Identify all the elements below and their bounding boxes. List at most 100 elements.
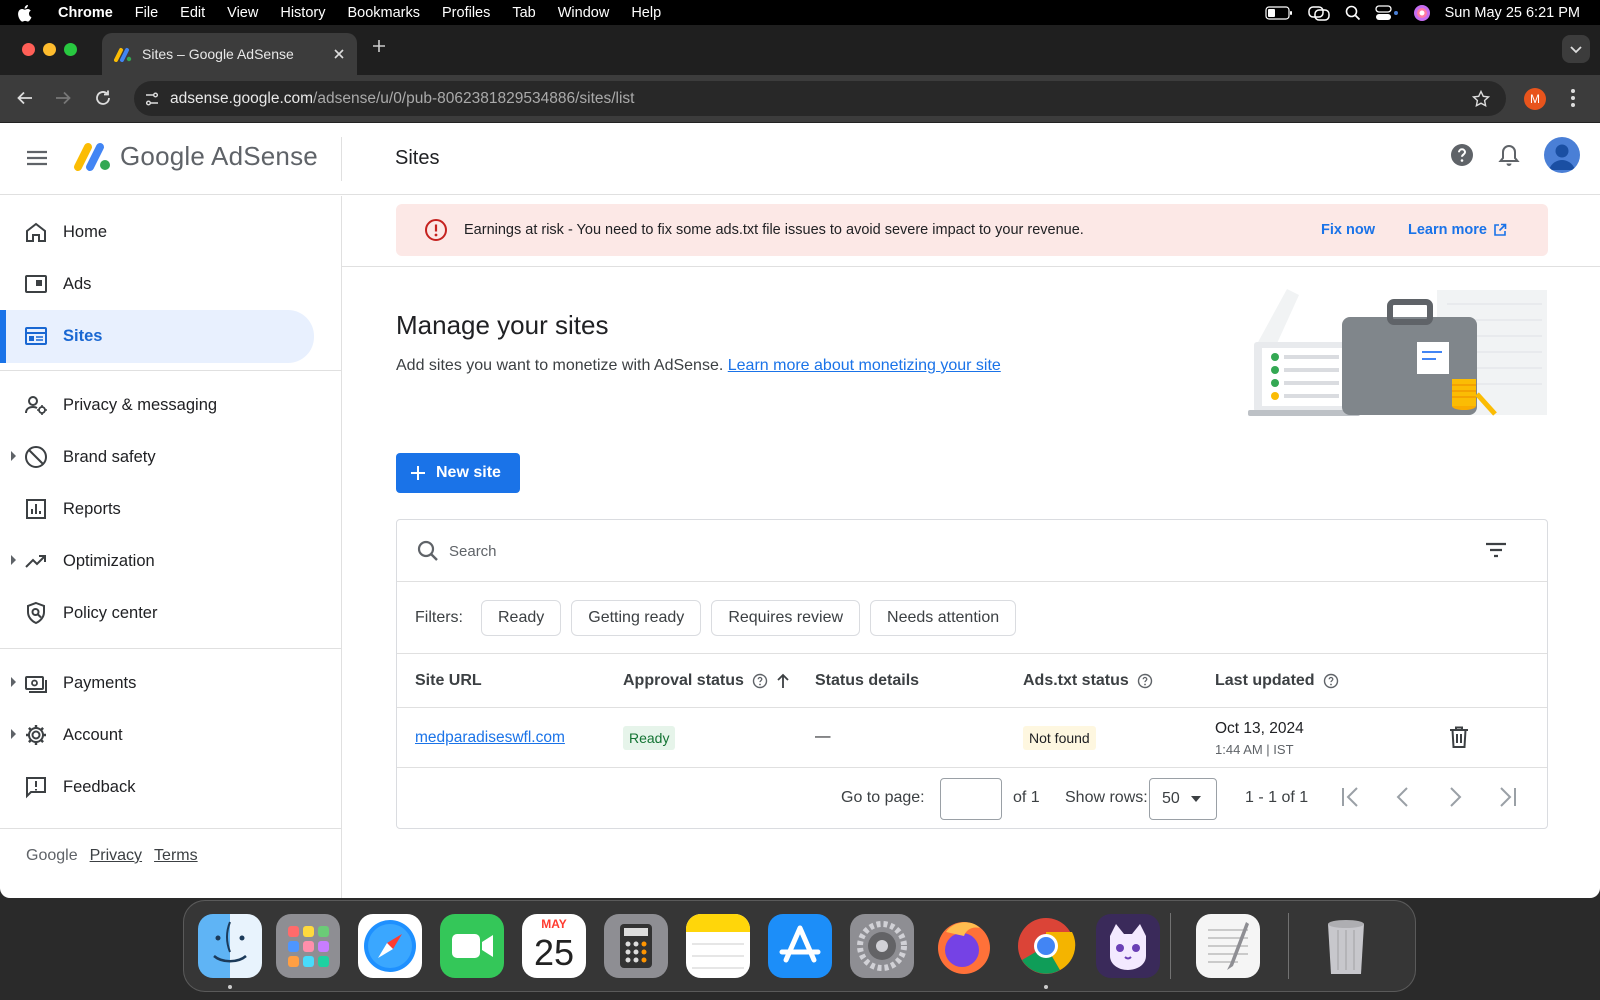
first-page-icon[interactable] [1341,786,1361,808]
ads-icon [24,272,48,296]
column-site-url[interactable]: Site URL [415,672,482,690]
control-center-icon[interactable] [1374,4,1399,21]
spotlight-search-icon[interactable] [1345,5,1361,21]
delete-trash-icon[interactable] [1449,726,1469,748]
siri-icon[interactable] [1413,4,1431,22]
close-tab-icon[interactable] [333,48,345,60]
site-info-icon[interactable] [144,91,160,107]
chrome-icon[interactable] [1014,914,1078,978]
sidebar-item-brand-safety[interactable]: Brand safety [0,431,314,484]
menu-window[interactable]: Window [558,5,610,21]
sidebar-item-optimization[interactable]: Optimization [0,535,314,588]
sidebar-item-policy-center[interactable]: Policy center [0,587,314,640]
system-settings-icon[interactable] [850,914,914,978]
sort-ascending-arrow-icon[interactable] [776,673,790,689]
filter-list-icon[interactable] [1485,542,1507,558]
app-store-icon[interactable] [768,914,832,978]
screen-mirroring-icon[interactable] [1307,5,1331,21]
menu-view[interactable]: View [227,5,258,21]
battery-icon[interactable] [1264,5,1293,20]
help-outline-icon[interactable] [1323,673,1339,689]
filter-chip-requires-review[interactable]: Requires review [711,600,861,636]
url-text[interactable]: adsense.google.com/adsense/u/0/pub-80623… [170,90,635,108]
maximize-window-button[interactable] [64,43,77,56]
site-search-input[interactable] [449,540,1449,562]
terms-link[interactable]: Terms [154,847,198,865]
apple-icon[interactable] [16,4,46,22]
notes-icon-header [686,914,750,932]
menu-file[interactable]: File [135,5,158,21]
sidebar-item-sites[interactable]: Sites [0,310,314,363]
expand-arrow-icon[interactable] [11,451,16,461]
trash-bin-icon[interactable] [1314,914,1378,978]
finder-icon[interactable] [198,914,262,978]
address-bar[interactable]: adsense.google.com/adsense/u/0/pub-80623… [134,81,1506,116]
expand-arrow-icon[interactable] [11,555,16,565]
column-status-details[interactable]: Status details [815,672,919,690]
cat-app-icon[interactable] [1096,914,1160,978]
launchpad-icon[interactable] [276,914,340,978]
bookmark-star-icon[interactable] [1472,90,1490,108]
account-avatar[interactable] [1544,137,1580,173]
new-site-button[interactable]: New site [396,453,520,493]
textedit-icon[interactable] [1196,914,1260,978]
expand-arrow-icon[interactable] [11,729,16,739]
sidebar-item-home[interactable]: Home [0,206,314,259]
rows-per-page-select[interactable]: 50 [1149,778,1217,820]
forward-arrow-icon[interactable] [54,89,72,107]
next-page-icon[interactable] [1447,786,1463,808]
menu-profiles[interactable]: Profiles [442,5,490,21]
sidebar-item-feedback[interactable]: Feedback [0,761,314,814]
sidebar-item-reports[interactable]: Reports [0,483,314,536]
notifications-bell-icon[interactable] [1498,143,1520,167]
firefox-icon[interactable] [932,914,996,978]
previous-page-icon[interactable] [1395,786,1411,808]
chrome-profile-avatar[interactable]: M [1524,88,1546,110]
menu-edit[interactable]: Edit [180,5,205,21]
last-page-icon[interactable] [1497,786,1517,808]
adsense-logo[interactable]: Google AdSense [72,139,318,173]
chrome-menu-icon[interactable] [1570,88,1576,108]
filter-chip-needs-attention[interactable]: Needs attention [870,600,1017,636]
column-approval-status[interactable]: Approval status [623,672,790,690]
alert-learn-more-link[interactable]: Learn more [1408,222,1507,238]
menu-history[interactable]: History [280,5,325,21]
sidebar-item-account[interactable]: Account [0,709,314,762]
fix-now-link[interactable]: Fix now [1321,222,1375,238]
menu-help[interactable]: Help [631,5,661,21]
sidebar-item-label: Home [63,223,108,241]
help-outline-icon[interactable] [1137,673,1153,689]
privacy-link[interactable]: Privacy [90,847,142,865]
new-tab-button[interactable] [372,39,386,53]
sidebar-item-privacy-messaging[interactable]: Privacy & messaging [0,379,314,432]
tab-search-button[interactable] [1562,35,1590,63]
reload-icon[interactable] [94,89,112,107]
menubar-datetime[interactable]: Sun May 25 6:21 PM [1445,5,1580,21]
browser-tab-active[interactable]: Sites – Google AdSense [102,33,357,75]
filter-chip-getting-ready[interactable]: Getting ready [571,600,702,636]
notes-icon[interactable] [686,914,750,978]
back-arrow-icon[interactable] [16,89,34,107]
help-outline-icon[interactable] [752,673,768,689]
close-window-button[interactable] [22,43,35,56]
column-ads-txt-status[interactable]: Ads.txt status [1023,672,1153,690]
calendar-icon[interactable]: MAY 25 [522,914,586,978]
expand-arrow-icon[interactable] [11,677,16,687]
menu-app-name[interactable]: Chrome [58,5,113,21]
safari-icon[interactable] [358,914,422,978]
facetime-icon[interactable] [440,914,504,978]
menu-bookmarks[interactable]: Bookmarks [347,5,420,21]
sidebar-item-ads[interactable]: Ads [0,258,314,311]
filter-chip-ready[interactable]: Ready [481,600,562,636]
learn-more-monetizing-link[interactable]: Learn more about monetizing your site [728,357,1001,374]
column-last-updated[interactable]: Last updated [1215,672,1339,690]
calculator-icon[interactable] [604,914,668,978]
site-url-link[interactable]: medparadiseswfl.com [415,729,565,747]
minimize-window-button[interactable] [43,43,56,56]
app-header: Google AdSense Sites [0,123,1600,195]
go-to-page-input[interactable] [940,778,1002,820]
menu-tab[interactable]: Tab [512,5,535,21]
help-icon[interactable] [1450,143,1474,167]
sidebar-item-payments[interactable]: Payments [0,657,314,710]
main-menu-icon[interactable] [26,149,48,167]
